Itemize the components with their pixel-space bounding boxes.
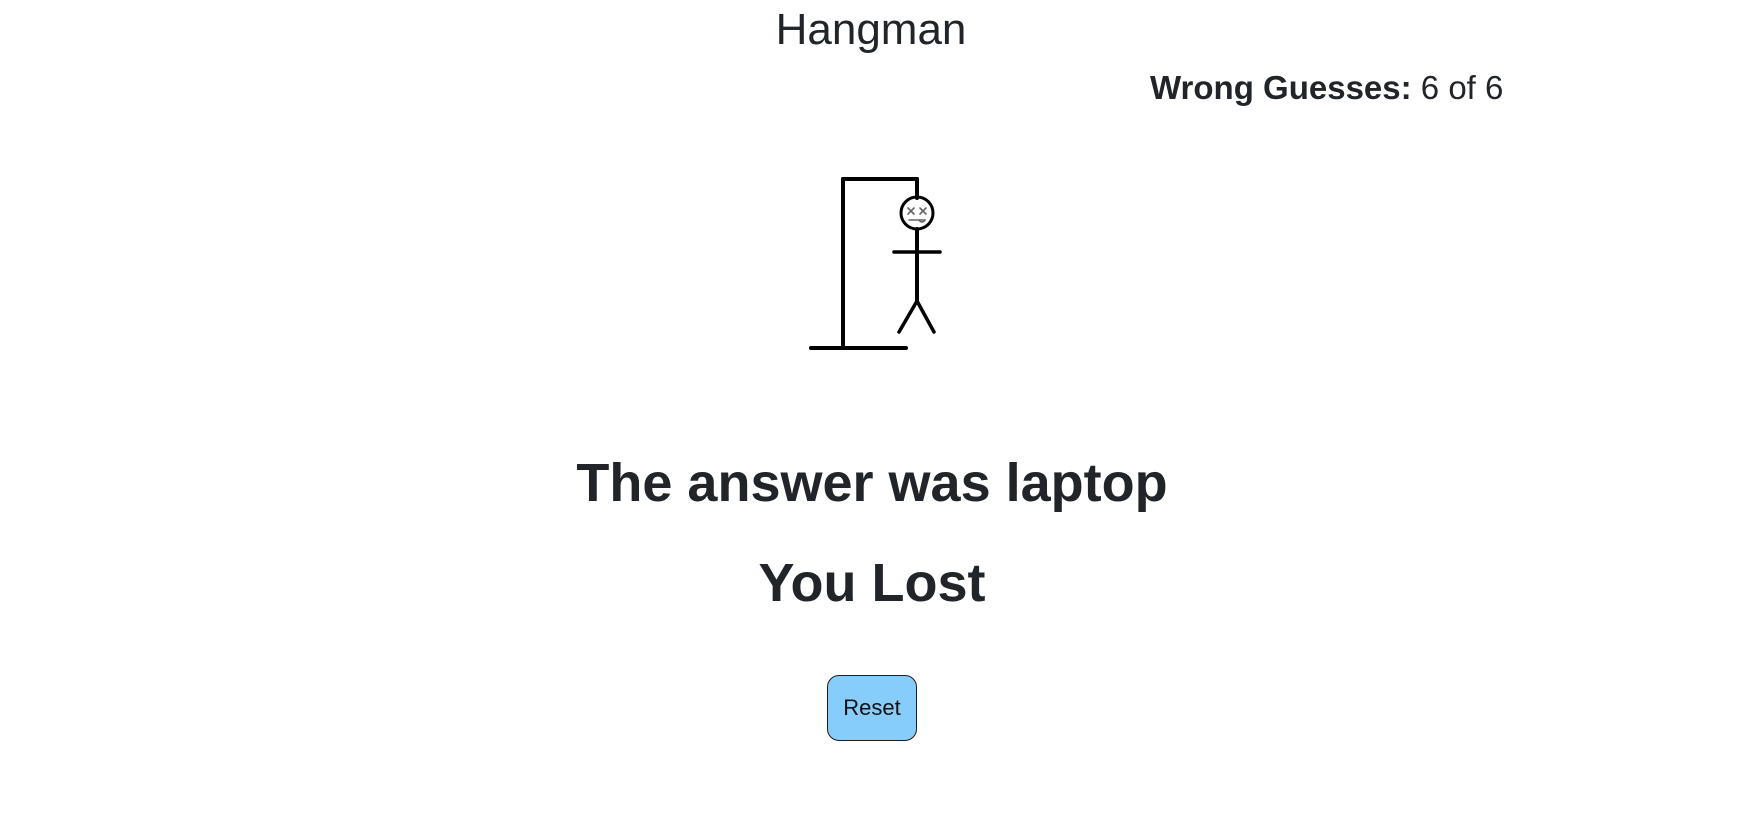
hangman-head — [899, 195, 935, 231]
dead-face-icon — [907, 207, 927, 223]
hangman-left-leg — [897, 299, 919, 334]
reset-button[interactable]: Reset — [827, 675, 917, 741]
page-title-text: Hangman — [775, 5, 967, 54]
answer-reveal: The answer was laptop — [576, 453, 1168, 513]
wrong-guesses-label: Wrong Guesses: — [1150, 69, 1412, 106]
hangman-drawing — [809, 177, 942, 350]
hangman-right-leg — [915, 299, 936, 334]
game-status: You Lost — [758, 553, 986, 613]
wrong-guesses-value: 6 of 6 — [1420, 69, 1504, 106]
hangman-page: Hangman Wrong Guesses: 6 of 6 The answer… — [0, 0, 1744, 823]
wrong-guesses-counter: Wrong Guesses: 6 of 6 — [1150, 66, 1503, 110]
page-title: Hangman — [0, 2, 1744, 58]
